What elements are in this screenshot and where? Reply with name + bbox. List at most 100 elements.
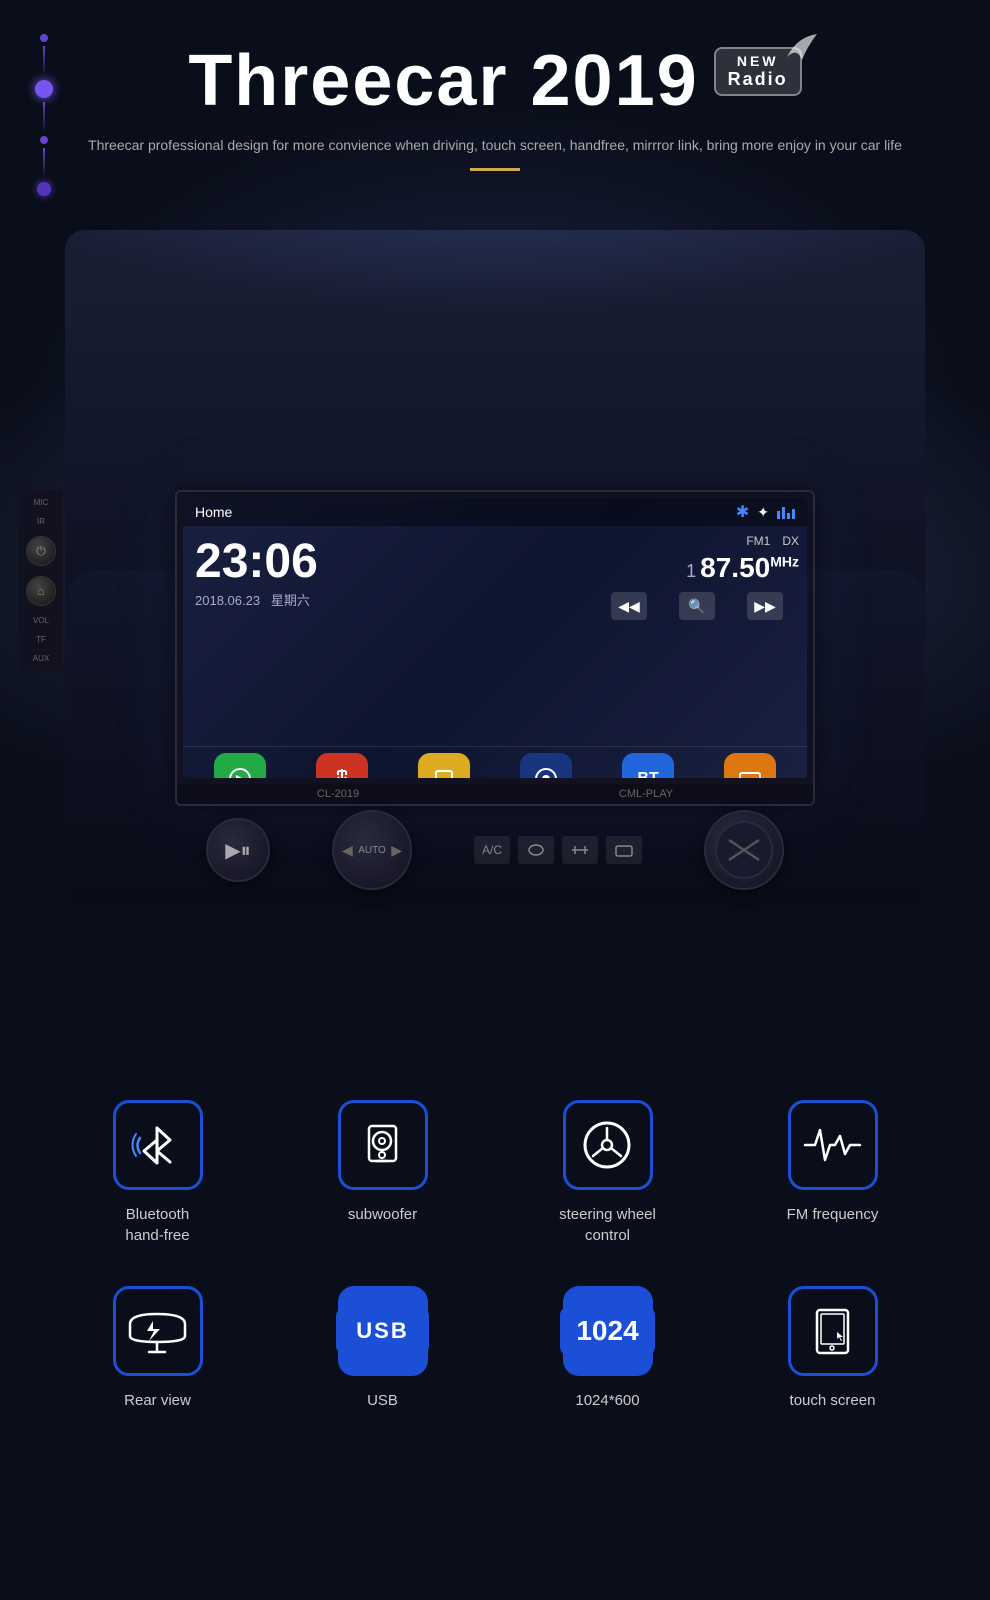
bluetooth-label: Bluetoothhand-free — [125, 1204, 189, 1246]
feature-fm: FM frequency — [735, 1100, 930, 1246]
feature-rearview: Rear view — [60, 1286, 255, 1411]
aux-label: AUX — [33, 654, 49, 663]
fan-btn[interactable] — [518, 836, 554, 864]
app-mirrorlink[interactable]: Mirror Link — [724, 753, 776, 778]
features-grid: Bluetoothhand-free subwoofer — [60, 1100, 930, 1411]
app-btmusic[interactable]: BT music — [520, 753, 572, 778]
bluetooth-screen-icon: ✱ — [736, 502, 749, 522]
app-btmusic-icon — [520, 753, 572, 778]
screen-topbar: Home ✱ ✦ — [183, 498, 807, 526]
resolution-badge: 1024 — [560, 1307, 654, 1355]
car-frame: MIC IR ⏻ ⌂ VOL TF AUX Home ✱ — [65, 230, 925, 910]
steering-label: steering wheelcontrol — [559, 1204, 656, 1246]
mode-icon — [614, 842, 634, 858]
ir-label: IR — [37, 517, 45, 526]
app-tf-icon: GB — [418, 753, 470, 778]
mic-label: MIC — [34, 498, 49, 507]
steering-icon-box — [563, 1100, 653, 1190]
touchscreen-icon-box — [788, 1286, 878, 1376]
steering-icon — [580, 1118, 635, 1173]
fm-icon-box — [788, 1100, 878, 1190]
ac-controls: A/C — [474, 836, 642, 864]
dot-large-2 — [37, 182, 51, 196]
screen-icons-right: ✱ ✦ — [736, 502, 795, 522]
model1-label: CL-2019 — [317, 788, 359, 800]
app-bt[interactable]: BT BT — [622, 753, 674, 778]
usb-label: USB — [367, 1390, 398, 1411]
features-section: Bluetoothhand-free subwoofer — [0, 1050, 990, 1461]
wing-icon — [782, 32, 822, 62]
app-usb[interactable]: USB — [316, 753, 368, 778]
prev-btn[interactable]: ◀◀ — [611, 592, 647, 620]
resolution-icon-box: 1024 — [563, 1286, 653, 1376]
ac-btn[interactable]: A/C — [474, 836, 510, 864]
screen-left-panel: 23:06 2018.06.23 星期六 — [183, 526, 587, 746]
home-knob[interactable]: ⌂ — [26, 576, 56, 606]
fm-info: FM1 DX — [595, 534, 799, 548]
radio-unit: Home ✱ ✦ — [175, 490, 815, 806]
bluetooth-icon-box — [113, 1100, 203, 1190]
hero-section: Threecar 2019 NEW Radio Threecar profess… — [0, 0, 990, 1050]
bluetooth-icon — [130, 1118, 185, 1173]
app-usb-icon — [316, 753, 368, 778]
fm-waveform-icon — [800, 1118, 865, 1173]
right-knob-icon — [714, 820, 774, 880]
search-btn[interactable]: 🔍 — [679, 592, 715, 620]
power-knob[interactable]: ⏻ — [26, 536, 56, 566]
touchscreen-label: touch screen — [790, 1390, 876, 1411]
screen-apps: Radio USB — [183, 746, 807, 778]
subwoofer-icon — [355, 1118, 410, 1173]
feature-touchscreen: touch screen — [735, 1286, 930, 1411]
mode-btn[interactable] — [606, 836, 642, 864]
channel-num: 1 — [686, 561, 696, 582]
touchscreen-icon — [805, 1304, 860, 1359]
rearview-label: Rear view — [124, 1390, 191, 1411]
home-label: Home — [195, 504, 232, 520]
rearview-icon — [125, 1304, 190, 1359]
screen-time: 23:06 — [195, 538, 575, 586]
app-radio[interactable]: Radio — [214, 753, 266, 778]
next-btn[interactable]: ▶▶ — [747, 592, 783, 620]
title-text: Threecar 2019 — [188, 40, 698, 122]
resolution-label: 1024*600 — [575, 1390, 639, 1411]
badge-new-text: NEW — [737, 53, 779, 69]
app-bt-icon: BT — [622, 753, 674, 778]
subwoofer-label: subwoofer — [348, 1204, 417, 1225]
new-radio-badge: NEW Radio — [714, 47, 802, 96]
vol-label: VOL — [33, 616, 49, 625]
defrost-btn[interactable] — [562, 836, 598, 864]
feature-usb: USB USB — [285, 1286, 480, 1411]
screen-bezel: Home ✱ ✦ — [177, 492, 813, 784]
brightness-icon: ✦ — [757, 504, 769, 521]
app-mirrorlink-icon — [724, 753, 776, 778]
defrost-icon — [570, 842, 590, 858]
app-tf[interactable]: GB TF — [418, 753, 470, 778]
screen-main: 23:06 2018.06.23 星期六 FM1 — [183, 526, 807, 746]
auto-knob[interactable]: ◀ AUTO ▶ — [332, 810, 412, 890]
tf-label: TF — [36, 635, 46, 644]
app-radio-icon — [214, 753, 266, 778]
feature-steering: steering wheelcontrol — [510, 1100, 705, 1246]
subwoofer-icon-box — [338, 1100, 428, 1190]
title-underline — [470, 168, 520, 171]
usb-icon-box: USB — [338, 1286, 428, 1376]
feature-subwoofer: subwoofer — [285, 1100, 480, 1246]
feature-resolution: 1024 1024*600 — [510, 1286, 705, 1411]
usb-badge: USB — [336, 1308, 428, 1354]
bottom-controls: ▶⏸ ◀ AUTO ▶ A/C — [175, 810, 815, 890]
play-pause-btn[interactable]: ▶⏸ — [206, 818, 270, 882]
model2-label: CML-PLAY — [619, 788, 673, 800]
rearview-icon-box — [113, 1286, 203, 1376]
windshield — [65, 230, 925, 530]
eq-icon — [777, 505, 795, 519]
right-knob[interactable] — [704, 810, 784, 890]
badge-radio-text: Radio — [728, 69, 788, 90]
car-interior: MIC IR ⏻ ⌂ VOL TF AUX Home ✱ — [0, 230, 990, 910]
screen-date: 2018.06.23 星期六 — [195, 590, 575, 609]
radio-screen[interactable]: Home ✱ ✦ — [183, 498, 807, 778]
fm-label: FM frequency — [787, 1204, 879, 1225]
subtitle-text: Threecar professional design for more co… — [80, 134, 910, 156]
radio-side-controls: MIC IR ⏻ ⌂ VOL TF AUX — [19, 490, 63, 671]
screen-controls: ◀◀ 🔍 ▶▶ — [595, 588, 799, 624]
main-title: Threecar 2019 NEW Radio — [188, 40, 801, 122]
